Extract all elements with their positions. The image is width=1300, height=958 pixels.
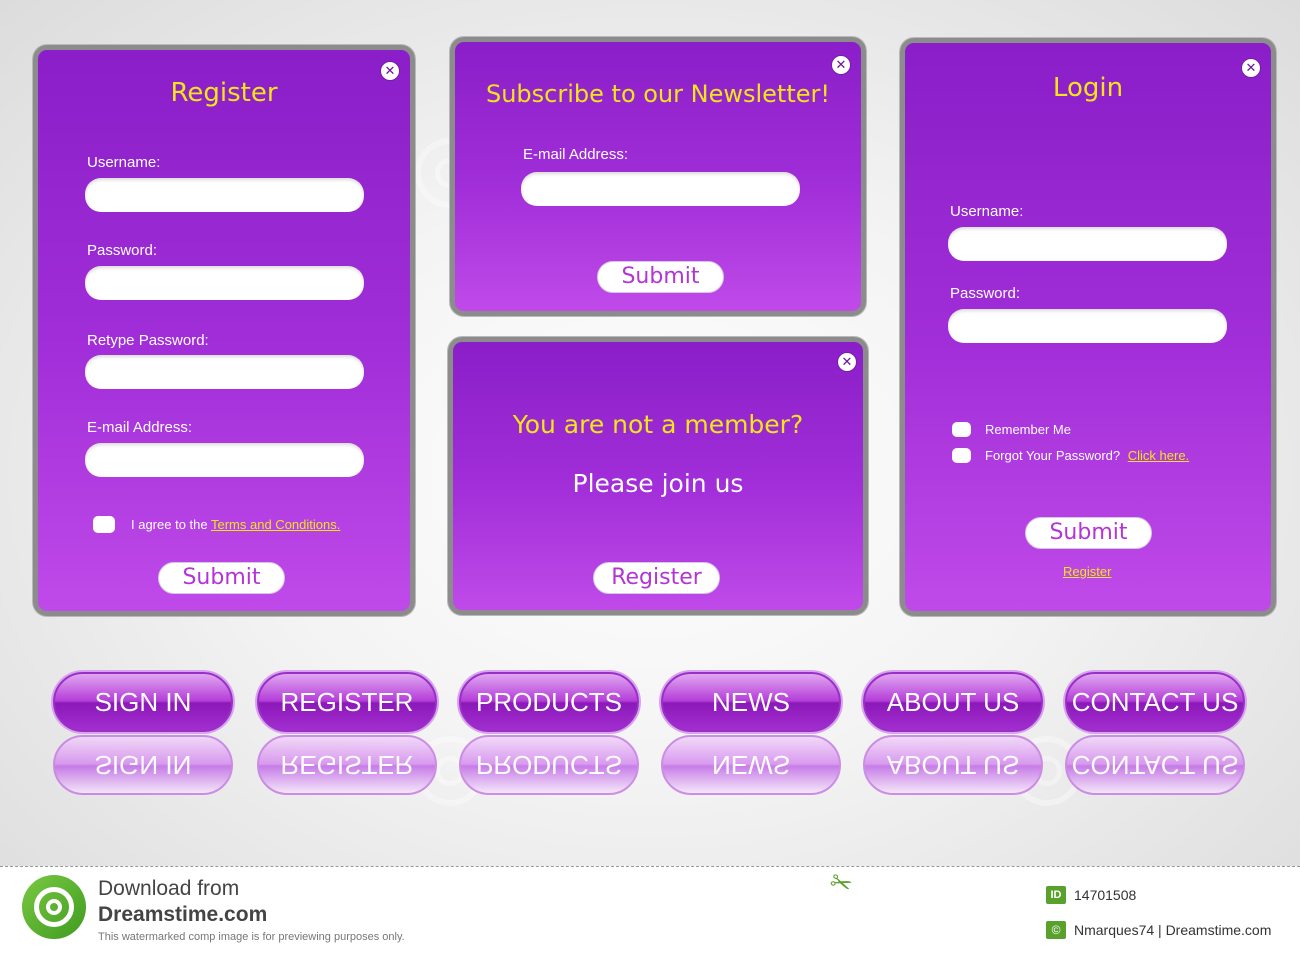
newsletter-email-label: E-mail Address: [523,146,629,163]
watermark-notice: This watermarked comp image is for previ… [98,931,405,943]
nav-news-reflection: NEWS [661,735,841,795]
download-from-text: Download from [98,877,240,900]
username-input[interactable] [85,178,364,212]
remember-label: Remember Me [985,422,1071,437]
newsletter-title: Subscribe to our Newsletter! [485,80,830,108]
register-title: Register [170,78,278,108]
dreamstime-logo-icon [22,875,86,939]
newsletter-email-input[interactable] [521,172,800,206]
newsletter-panel: ✕ Subscribe to our Newsletter! E-mail Ad… [450,37,866,316]
login-submit-button[interactable]: Submit [1025,517,1152,549]
canvas-background: ✕ Register Username: Password: Retype Pa… [0,0,1300,866]
nav-products-button[interactable]: PRODUCTS [459,672,639,732]
password-label: Password: [87,242,158,259]
join-register-button[interactable]: Register [593,562,720,594]
nav-contact-us-reflection: CONTACT US [1065,735,1245,795]
credit-text: Nmarques74 | Dreamstime.com [1074,922,1272,938]
join-panel: ✕ You are not a member? Please join us R… [448,337,868,615]
forgot-text: Forgot Your Password? Click here. [985,448,1189,463]
retype-password-label: Retype Password: [87,332,209,349]
agree-label: I agree to the [131,517,211,532]
image-id: 14701508 [1074,887,1137,903]
retype-password-input[interactable] [85,355,364,389]
forgot-checkbox[interactable] [952,448,971,463]
join-subtitle: Please join us [572,469,744,498]
login-username-input[interactable] [948,227,1227,261]
nav-sign-in-reflection: SIGN IN [53,735,233,795]
register-panel: ✕ Register Username: Password: Retype Pa… [33,45,415,616]
scissors-icon: ✂ [825,866,857,902]
nav-about-us-button[interactable]: ABOUT US [863,672,1043,732]
login-register-link[interactable]: Register [1063,564,1111,579]
email-input[interactable] [85,443,364,477]
join-title: You are not a member? [512,410,804,439]
login-password-input[interactable] [948,309,1227,343]
nav-register-button[interactable]: REGISTER [257,672,437,732]
agree-text: I agree to the Terms and Conditions. [131,517,340,532]
nav-contact-us-button[interactable]: CONTACT US [1065,672,1245,732]
close-icon[interactable]: ✕ [837,352,857,372]
click-here-link[interactable]: Click here. [1128,448,1189,463]
forgot-label: Forgot Your Password? [985,448,1121,463]
footer: Download from Dreamstime.com This waterm… [0,866,1300,958]
copyright-icon: © [1046,921,1066,939]
login-password-label: Password: [950,285,1021,302]
password-input[interactable] [85,266,364,300]
remember-checkbox[interactable] [952,422,971,437]
register-submit-button[interactable]: Submit [158,562,285,594]
login-username-label: Username: [950,203,1024,220]
login-panel: ✕ Login Username: Password: Remember Me … [900,38,1276,616]
login-title: Login [1052,73,1124,103]
dreamstime-site-text[interactable]: Dreamstime.com [98,903,267,927]
close-icon[interactable]: ✕ [831,55,851,75]
nav-about-us-reflection: ABOUT US [863,735,1043,795]
nav-products-reflection: PRODUCTS [459,735,639,795]
username-label: Username: [87,154,161,171]
id-badge-icon: ID [1046,886,1066,904]
email-label: E-mail Address: [87,419,193,436]
nav-sign-in-button[interactable]: SIGN IN [53,672,233,732]
nav-register-reflection: REGISTER [257,735,437,795]
newsletter-submit-button[interactable]: Submit [597,261,724,293]
agree-checkbox[interactable] [93,516,115,533]
nav-news-button[interactable]: NEWS [661,672,841,732]
terms-link[interactable]: Terms and Conditions. [211,517,340,532]
